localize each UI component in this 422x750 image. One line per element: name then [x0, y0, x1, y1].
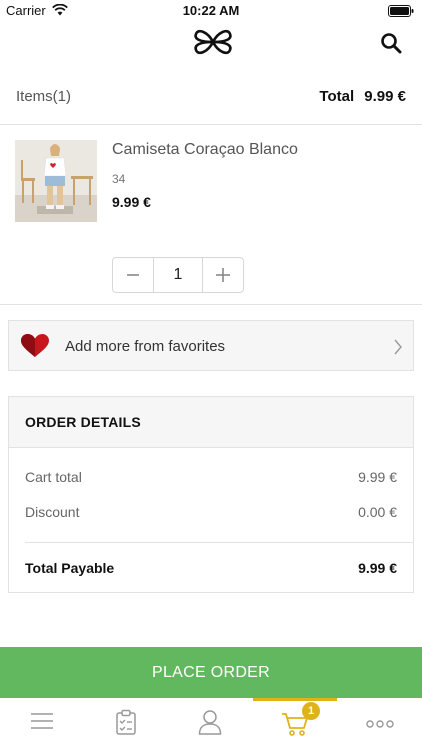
- summary-total: Total 9.99 €: [319, 88, 406, 105]
- summary-total-value: 9.99 €: [364, 88, 406, 105]
- product-image[interactable]: [15, 140, 97, 222]
- minus-icon: [127, 274, 139, 276]
- place-order-button[interactable]: PLACE ORDER: [0, 647, 422, 698]
- menu-icon: [31, 713, 53, 729]
- order-details-header: ORDER DETAILS: [9, 397, 413, 448]
- tab-cart[interactable]: [253, 698, 337, 750]
- cart-total-label: Cart total: [25, 469, 82, 485]
- order-divider: [25, 542, 413, 543]
- profile-icon: [198, 710, 222, 735]
- cart-summary: Items(1) Total 9.99 €: [0, 80, 422, 114]
- nav-bar: [0, 22, 422, 66]
- chevron-right-icon: [394, 339, 402, 355]
- quantity-value[interactable]: 1: [153, 258, 203, 292]
- quantity-stepper: 1: [112, 257, 244, 293]
- battery-icon: [388, 5, 414, 17]
- add-from-favorites-row[interactable]: Add more from favorites: [8, 320, 414, 371]
- total-payable-label: Total Payable: [25, 560, 115, 576]
- items-count: Items(1): [16, 88, 72, 105]
- tab-orders[interactable]: [84, 698, 168, 750]
- increase-quantity-button[interactable]: [203, 258, 243, 292]
- product-name[interactable]: Camiseta Coraçao Blanco: [112, 141, 298, 159]
- more-icon: [366, 720, 394, 728]
- plus-icon: [216, 268, 230, 282]
- total-payable-value: 9.99 €: [358, 560, 397, 576]
- product-price: 9.99 €: [112, 194, 151, 210]
- cart-count-badge: 1: [302, 702, 320, 720]
- decrease-quantity-button[interactable]: [113, 258, 153, 292]
- summary-total-label: Total: [319, 88, 355, 105]
- tab-menu[interactable]: [0, 698, 84, 750]
- order-details-title: ORDER DETAILS: [25, 414, 141, 430]
- product-size: 34: [112, 172, 126, 186]
- order-details-panel: ORDER DETAILS Cart total 9.99 € Discount…: [8, 396, 414, 593]
- heart-icon: [21, 334, 49, 357]
- cart-item: Camiseta Coraçao Blanco 34 9.99 € 1: [0, 124, 422, 305]
- bow-logo-icon[interactable]: [192, 26, 234, 58]
- status-bar: Carrier 10:22 AM: [0, 0, 422, 22]
- tab-bar: [0, 698, 422, 750]
- discount-label: Discount: [25, 504, 80, 520]
- cart-total-value: 9.99 €: [358, 469, 397, 485]
- search-icon[interactable]: [380, 32, 402, 54]
- tab-profile[interactable]: [168, 698, 252, 750]
- discount-value: 0.00 €: [358, 504, 397, 520]
- cart-screen: Carrier 10:22 AM Items(1) Total 9.99 € C…: [0, 0, 422, 750]
- status-time: 10:22 AM: [182, 3, 240, 18]
- tab-more[interactable]: [338, 698, 422, 750]
- favorites-label: Add more from favorites: [65, 338, 226, 355]
- orders-clipboard-icon: [116, 709, 136, 735]
